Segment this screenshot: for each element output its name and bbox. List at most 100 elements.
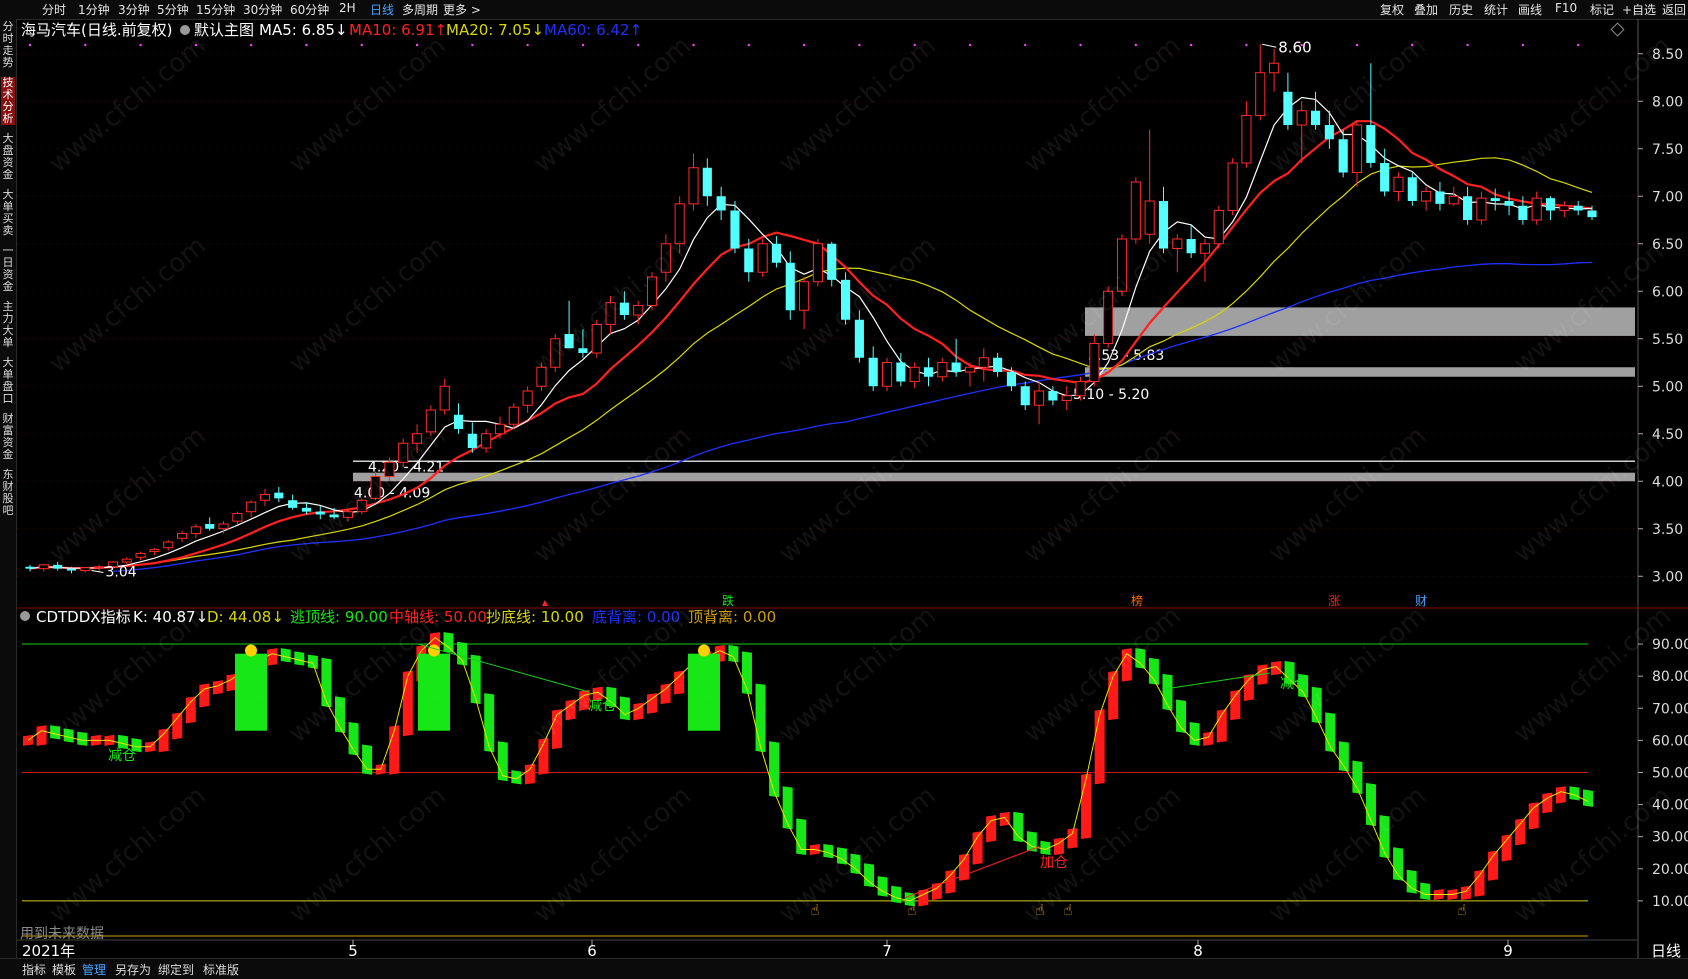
- candle: [1061, 386, 1072, 410]
- candle: [1241, 101, 1252, 168]
- candle-body: [1366, 125, 1376, 163]
- kdj-bar: [362, 744, 373, 775]
- candle-body: [1573, 205, 1583, 211]
- kdj-bar: [524, 763, 535, 785]
- ind-y-tick-label: 10.00: [1652, 894, 1688, 910]
- candle-body: [799, 281, 810, 311]
- candle-body: [356, 499, 367, 513]
- kdj-bar: [1243, 673, 1254, 701]
- kdj-bar: [1026, 831, 1037, 852]
- candle-body: [329, 514, 339, 518]
- ind-y-tick-label: 80.00: [1652, 669, 1688, 685]
- candle-body: [646, 276, 658, 306]
- kdj-bar: [1135, 648, 1146, 669]
- candle-body: [1227, 162, 1238, 211]
- indicator-settings-icon: [20, 611, 30, 621]
- candle-body: [716, 196, 726, 211]
- candle: [1034, 381, 1045, 425]
- sell-block: [235, 653, 267, 731]
- candle: [536, 362, 547, 391]
- candle-body: [494, 423, 506, 435]
- chart-canvas[interactable]: 3.00 3.50 4.00 4.50 5.00 5.50 6.00 6.50 7.00 7.50…: [0, 0, 1688, 978]
- candle: [1089, 334, 1100, 387]
- y-tick-label: 6.00: [1652, 284, 1683, 300]
- candle-body: [896, 362, 906, 382]
- signal-dot: [84, 43, 87, 47]
- candle: [425, 405, 436, 436]
- candle-body: [993, 357, 1003, 372]
- candle-body: [937, 362, 948, 378]
- bottom-tab[interactable]: 绑定到: [158, 961, 194, 978]
- signal-dot: [1355, 43, 1359, 47]
- candle-body: [163, 541, 174, 549]
- candle-body: [1075, 381, 1086, 397]
- y-tick-label: 8.00: [1652, 94, 1683, 110]
- event-tag: 跌: [722, 593, 734, 608]
- bottom-tab[interactable]: 管理: [82, 961, 106, 978]
- candle: [1103, 286, 1114, 349]
- signal-dot: [1521, 43, 1525, 47]
- kdj-bar: [185, 696, 196, 724]
- candle: [25, 564, 35, 572]
- candle-body: [591, 324, 602, 354]
- divergence-line: [1164, 672, 1271, 690]
- candle: [1310, 91, 1321, 130]
- candle-body: [854, 319, 864, 358]
- candle-body: [274, 492, 284, 499]
- kdj-bar: [1067, 827, 1078, 849]
- bottom-tab[interactable]: 指标: [22, 961, 46, 978]
- candle: [812, 239, 823, 287]
- candle: [205, 517, 215, 531]
- candle-body: [1296, 110, 1307, 126]
- candle-body: [1351, 124, 1363, 173]
- kdj-bar: [1488, 850, 1499, 881]
- candle: [246, 500, 257, 518]
- ma20-label: MA20: 7.05↓: [446, 21, 544, 39]
- signal-dot: [692, 43, 695, 47]
- candle: [190, 524, 201, 539]
- candle: [978, 348, 989, 382]
- kdj-bar: [728, 644, 739, 663]
- candle: [854, 310, 864, 363]
- signal-label: 减仓: [108, 748, 136, 764]
- candle-body: [425, 409, 436, 433]
- kdj-bar: [77, 731, 88, 746]
- buy-hand-icon: ☝: [907, 901, 916, 919]
- candle: [481, 429, 492, 453]
- candle: [176, 530, 188, 543]
- candle: [785, 251, 795, 320]
- kdj-bar: [1148, 657, 1159, 685]
- candle: [1559, 201, 1570, 218]
- candle: [1199, 239, 1211, 282]
- candle-body: [342, 511, 353, 518]
- kdj-bar: [877, 876, 888, 897]
- sell-block: [418, 653, 450, 731]
- bottom-tab[interactable]: 另存为: [115, 961, 151, 978]
- support-zone: [1085, 367, 1635, 377]
- signal-label: 卖: [432, 700, 446, 716]
- sell-block: [688, 653, 720, 731]
- kdj-bar: [267, 648, 278, 666]
- low-label: 3.04: [105, 564, 136, 580]
- candle-body: [730, 210, 740, 249]
- candle: [660, 234, 671, 282]
- candle: [605, 296, 616, 334]
- candle-body: [1518, 205, 1528, 220]
- candle-body: [259, 494, 271, 501]
- candle: [53, 562, 63, 571]
- kdj-bar: [484, 693, 495, 753]
- kdj-bar: [755, 683, 766, 753]
- bottom-tab[interactable]: 模板: [52, 961, 76, 978]
- candle: [1338, 129, 1348, 178]
- ind-y-tick-label: 50.00: [1652, 765, 1688, 781]
- candle-body: [149, 549, 160, 553]
- candle: [1545, 196, 1556, 220]
- ind-y-tick-label: 90.00: [1652, 637, 1688, 653]
- kdj-bar: [1515, 818, 1526, 846]
- candle: [315, 505, 325, 520]
- candle: [827, 241, 837, 287]
- kdj-bar: [443, 632, 454, 653]
- candle: [1227, 158, 1238, 216]
- bottom-tab[interactable]: 标准版: [203, 961, 239, 978]
- bottom-value: 抄底线: 10.00: [486, 608, 584, 626]
